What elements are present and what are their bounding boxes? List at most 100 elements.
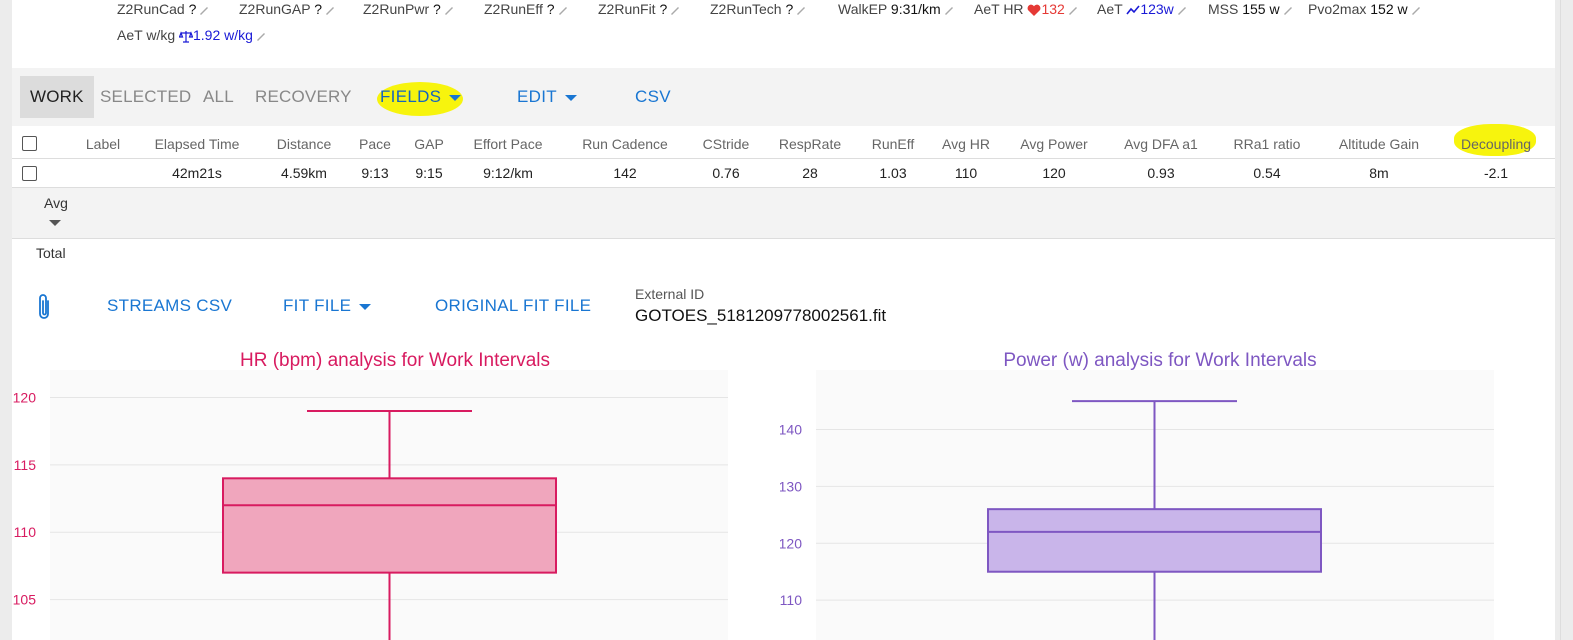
col-gap[interactable]: GAP [414,136,444,152]
metric-value: ? [546,1,555,17]
tab-all[interactable]: ALL [193,76,244,118]
metric-value: 132 [1041,1,1065,17]
metric-aet-wkg[interactable]: AeT w/kg 1.92 w/kg [117,26,267,44]
scale-icon [178,30,194,43]
select-all-checkbox[interactable] [22,136,37,151]
tab-work[interactable]: WORK [20,76,94,118]
col-distance[interactable]: Distance [277,136,331,152]
hr-chart-title: HR (bpm) analysis for Work Intervals [239,350,551,371]
col-pace[interactable]: Pace [359,136,391,152]
row-checkbox[interactable] [22,166,37,181]
hr-boxplot-chart: 105 110 115 120 [13,370,728,640]
metric-label: AeT HR [974,1,1024,17]
pencil-icon[interactable] [198,4,210,16]
metric-label: AeT w/kg [117,27,176,43]
caret-down-icon [49,220,61,227]
original-fit-file-button[interactable]: ORIGINAL FIT FILE [435,296,591,316]
pencil-icon[interactable] [669,4,681,16]
col-elapsed-time[interactable]: Elapsed Time [155,136,240,152]
avg-selector[interactable]: Avg [44,195,68,227]
metric-label: Pvo2max [1308,1,1367,17]
col-run-cadence[interactable]: Run Cadence [582,136,668,152]
paperclip-icon[interactable] [34,292,54,322]
metric-aet-hr[interactable]: AeT HR 132 [974,0,1079,18]
pencil-icon[interactable] [1176,4,1188,16]
fit-file-menu-button[interactable]: FIT FILE [283,296,372,316]
metric-label: Z2RunFit [598,1,656,17]
fields-menu-button[interactable]: FIELDS [380,76,462,118]
cell-distance: 4.59km [281,165,327,181]
pencil-icon[interactable] [943,4,955,16]
cell-effort-pace: 9:12/km [483,165,533,181]
power-line-icon [1126,5,1140,15]
metric-z2runfit[interactable]: Z2RunFit ? [598,0,681,18]
cell-elapsed-time: 42m21s [172,165,222,181]
metric-z2runcad[interactable]: Z2RunCad ? [117,0,210,18]
col-altitude-gain[interactable]: Altitude Gain [1339,136,1419,152]
metric-label: Z2RunCad [117,1,185,17]
cell-run-cadence: 142 [613,165,637,181]
y-tick-label: 115 [14,457,37,473]
metric-z2runeff[interactable]: Z2RunEff ? [484,0,569,18]
metric-pvo2max[interactable]: Pvo2max 152 w [1308,0,1422,18]
y-tick-label: 140 [780,422,802,438]
metric-value: ? [785,1,794,17]
pencil-icon[interactable] [255,30,267,42]
tab-recovery[interactable]: RECOVERY [245,76,362,118]
col-runeff[interactable]: RunEff [872,136,915,152]
col-avg-power[interactable]: Avg Power [1020,136,1087,152]
y-tick-label: 105 [13,592,37,608]
pencil-icon[interactable] [557,4,569,16]
metric-walkep[interactable]: WalkEP 9:31/km [838,0,955,18]
metric-z2rungap[interactable]: Z2RunGAP ? [239,0,336,18]
metric-label: Z2RunPwr [363,1,430,17]
metric-z2runtech[interactable]: Z2RunTech ? [710,0,807,18]
cell-runeff: 1.03 [879,165,907,181]
metric-value: ? [433,1,441,17]
fit-file-label: FIT FILE [283,296,352,315]
cell-cstride: 0.76 [712,165,740,181]
col-avg-dfa-a1[interactable]: Avg DFA a1 [1124,136,1198,152]
cell-decoupling: -2.1 [1483,165,1509,181]
power-boxplot-chart: 110 120 130 140 [780,370,1494,640]
cell-pace: 9:13 [361,165,389,181]
cell-avg-hr: 110 [954,165,978,181]
metric-value: ? [314,1,323,17]
external-id-value: GOTOES_5181209778002561.fit [635,306,887,325]
col-effort-pace[interactable]: Effort Pace [473,136,542,152]
col-cstride[interactable]: CStride [703,136,750,152]
col-decoupling[interactable]: Decoupling [1461,136,1531,152]
metric-aet[interactable]: AeT 123w [1097,0,1188,18]
external-id-label: External ID [635,286,705,302]
cell-altitude-gain: 8m [1369,165,1389,181]
col-rra1-ratio[interactable]: RRa1 ratio [1234,136,1301,152]
metric-mss[interactable]: MSS 155 w [1208,0,1294,18]
col-resprate[interactable]: RespRate [779,136,841,152]
scrollbar-track[interactable] [1560,0,1561,640]
streams-csv-button[interactable]: STREAMS CSV [107,296,232,316]
fields-label: FIELDS [380,87,442,106]
table-row[interactable]: 42m21s 4.59km 9:13 9:15 9:12/km 142 0.76… [12,159,1555,188]
iqr-box [987,508,1322,573]
pencil-icon[interactable] [1410,4,1422,16]
col-label[interactable]: Label [86,136,120,152]
metric-label: MSS [1208,1,1239,17]
caret-down-icon [564,94,577,101]
pencil-icon[interactable] [795,4,807,16]
metric-z2runpwr[interactable]: Z2RunPwr ? [363,0,455,18]
iqr-box [222,477,557,574]
col-avg-hr[interactable]: Avg HR [942,136,990,152]
pencil-icon[interactable] [1067,4,1079,16]
metric-value: 152 w [1370,1,1408,17]
pencil-icon[interactable] [324,4,336,16]
tab-selected[interactable]: SELECTED [90,76,201,118]
csv-button[interactable]: CSV [635,76,671,118]
pencil-icon[interactable] [443,4,455,16]
heart-icon [1028,4,1041,16]
metric-label: Z2RunTech [710,1,782,17]
cell-rra1-ratio: 0.54 [1253,165,1281,181]
edit-menu-button[interactable]: EDIT [517,76,577,118]
pencil-icon[interactable] [1282,4,1294,16]
metric-label: WalkEP [838,1,888,17]
avg-row: Avg [12,188,1555,239]
